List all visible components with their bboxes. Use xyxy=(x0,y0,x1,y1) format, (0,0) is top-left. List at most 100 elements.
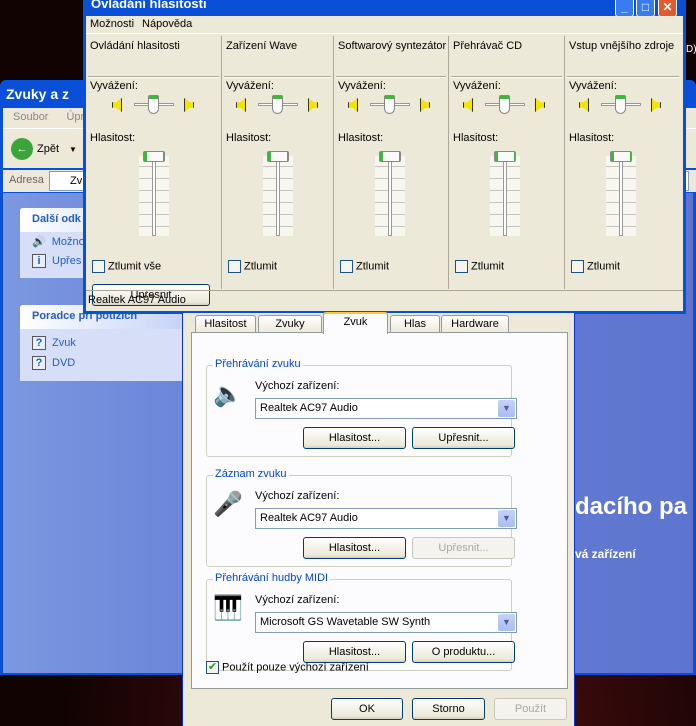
default-device-label: Výchozí zařízení: xyxy=(255,490,340,502)
tab-volume[interactable]: Hlasitost xyxy=(195,315,256,333)
link-label: Zvuk xyxy=(52,337,76,349)
address-label: Adresa xyxy=(9,174,44,186)
maximize-button[interactable]: □ xyxy=(636,0,655,17)
volume-label: Hlasitost: xyxy=(453,132,499,144)
menu-help[interactable]: Nápověda xyxy=(142,18,192,30)
mute-label: Ztlumit vše xyxy=(108,260,162,273)
advanced-button[interactable]: Upřesnit... xyxy=(412,427,515,449)
balance-slider[interactable] xyxy=(384,95,395,114)
balance-label: Vyvážení: xyxy=(338,80,386,92)
left-speaker-icon xyxy=(579,98,589,112)
link-item[interactable]: ? DVD xyxy=(20,353,183,373)
selected-device: Microsoft GS Wavetable SW Synth xyxy=(260,616,431,628)
checkbox-icon xyxy=(228,260,241,273)
dropdown-icon: ▼ xyxy=(69,144,77,154)
balance-slider[interactable] xyxy=(272,95,283,114)
minimize-button[interactable]: _ xyxy=(615,0,634,17)
balance-label: Vyvážení: xyxy=(453,80,501,92)
mute-checkbox[interactable]: Ztlumit vše xyxy=(92,260,161,273)
volume-label: Hlasitost: xyxy=(338,132,384,144)
left-speaker-icon xyxy=(236,98,246,112)
mute-label: Ztlumit xyxy=(244,260,277,273)
mute-checkbox[interactable]: Ztlumit xyxy=(228,260,277,273)
volume-slider[interactable] xyxy=(267,151,289,162)
link-label: DVD xyxy=(52,357,76,369)
divider xyxy=(224,76,331,78)
help-icon: ? xyxy=(32,356,46,370)
column-title: Softwarový syntezátor xyxy=(338,40,447,52)
back-arrow-icon: ← xyxy=(11,138,33,160)
speaker-icon: 🔈 xyxy=(213,381,243,408)
divider xyxy=(88,76,219,78)
balance-label: Vyvážení: xyxy=(569,80,617,92)
volume-slider[interactable] xyxy=(379,151,401,162)
link-item[interactable]: ? Zvuk xyxy=(20,333,183,353)
mixer-column: Vstup vnějšího zdroje Vyvážení: Hlasitos… xyxy=(565,36,681,289)
heading-fragment: dacího pa xyxy=(575,493,688,520)
volume-slider[interactable] xyxy=(143,151,165,162)
device-select[interactable]: Microsoft GS Wavetable SW Synth ▼ xyxy=(255,612,517,633)
about-button[interactable]: O produktu... xyxy=(412,641,515,663)
volume-slider[interactable] xyxy=(494,151,516,162)
menu-edit[interactable]: Úpr xyxy=(66,111,84,123)
tab-sounds[interactable]: Zvuky xyxy=(258,315,322,333)
apply-button[interactable]: Použít xyxy=(494,698,567,720)
ok-button[interactable]: OK xyxy=(331,698,403,720)
control-panel-title: Zvuky a z xyxy=(6,86,70,102)
volume-button[interactable]: Hlasitost... xyxy=(303,537,406,559)
checkbox-icon xyxy=(455,260,468,273)
menu-file[interactable]: Soubor xyxy=(13,111,48,123)
right-speaker-icon xyxy=(184,98,194,112)
volume-button[interactable]: Hlasitost... xyxy=(303,427,406,449)
divider xyxy=(567,76,679,78)
checkbox-icon xyxy=(571,260,584,273)
back-label: Zpět xyxy=(37,143,60,155)
close-button[interactable]: ✕ xyxy=(658,0,677,17)
checkbox-label: Použít pouze výchozí zařízení xyxy=(222,661,369,674)
device-select[interactable]: Realtek AC97 Audio ▼ xyxy=(255,508,517,529)
chevron-down-icon: ▼ xyxy=(498,400,515,417)
volume-label: Hlasitost: xyxy=(90,132,136,144)
use-default-only-checkbox[interactable]: ✔ Použít pouze výchozí zařízení xyxy=(206,661,369,674)
mute-label: Ztlumit xyxy=(471,260,504,273)
default-device-label: Výchozí zařízení: xyxy=(255,594,340,606)
mute-checkbox[interactable]: Ztlumit xyxy=(455,260,504,273)
menu-options[interactable]: Možnosti xyxy=(90,18,134,30)
balance-slider[interactable] xyxy=(148,95,159,114)
mute-checkbox[interactable]: Ztlumit xyxy=(340,260,389,273)
checkbox-icon xyxy=(92,260,105,273)
edge-text: D) xyxy=(686,44,696,55)
link-label: Možno xyxy=(51,235,85,248)
link-label: Upřes xyxy=(52,255,82,267)
chevron-down-icon: ▼ xyxy=(498,510,515,527)
subtext-fragment: vá zařízení xyxy=(575,547,636,561)
column-title: Ovládání hlasitosti xyxy=(90,40,180,52)
left-speaker-icon xyxy=(112,98,122,112)
balance-label: Vyvážení: xyxy=(226,80,274,92)
back-button[interactable]: ← Zpět ▼ xyxy=(11,138,77,160)
volume-window-content: Možnosti Nápověda Ovládání hlasitosti Vyv… xyxy=(86,16,683,311)
cancel-button[interactable]: Storno xyxy=(412,698,485,720)
tab-voice[interactable]: Hlas xyxy=(390,315,440,333)
help-icon: ? xyxy=(32,336,46,350)
advanced-button[interactable]: Upřesnit... xyxy=(412,537,515,559)
tab-hardware[interactable]: Hardware xyxy=(441,315,509,333)
midi-keyboard-icon: 🎹 xyxy=(213,595,243,622)
tab-audio[interactable]: Zvuk xyxy=(323,312,388,334)
right-speaker-icon xyxy=(651,98,661,112)
right-speaker-icon xyxy=(308,98,318,112)
volume-track xyxy=(388,156,392,236)
volume-track xyxy=(619,156,623,236)
balance-slider[interactable] xyxy=(615,95,626,114)
volume-slider[interactable] xyxy=(610,151,632,162)
balance-label: Vyvážení: xyxy=(90,80,138,92)
right-speaker-icon xyxy=(420,98,430,112)
device-select[interactable]: Realtek AC97 Audio ▼ xyxy=(255,398,517,419)
volume-button[interactable]: Hlasitost... xyxy=(303,641,406,663)
volume-label: Hlasitost: xyxy=(226,132,272,144)
balance-slider[interactable] xyxy=(499,95,510,114)
group-title: Záznam zvuku xyxy=(213,468,289,480)
left-speaker-icon xyxy=(348,98,358,112)
mute-checkbox[interactable]: Ztlumit xyxy=(571,260,620,273)
speaker-icon: 🔊 xyxy=(32,236,46,248)
